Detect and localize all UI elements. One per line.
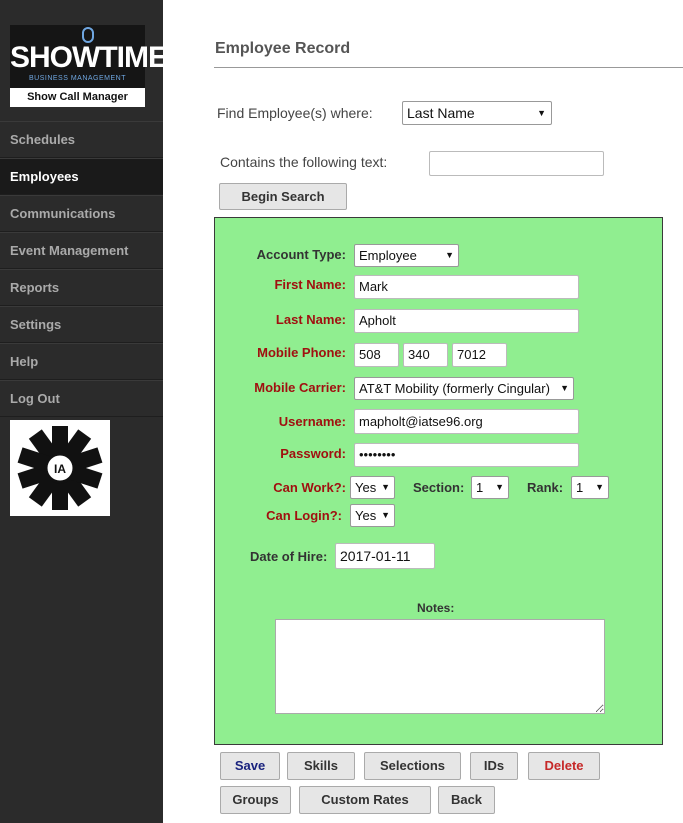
can-login-value: Yes (355, 508, 377, 523)
sidebar-item-schedules[interactable]: Schedules (0, 121, 163, 158)
save-button[interactable]: Save (220, 752, 280, 780)
find-label: Find Employee(s) where: (217, 105, 373, 121)
brand-logo: SHOWTIME BUSINESS MANAGEMENT Show Call M… (10, 25, 168, 107)
title-divider (214, 67, 683, 68)
rank-value: 1 (576, 480, 584, 495)
last-name-label: Last Name: (275, 312, 346, 327)
sidebar-item-help[interactable]: Help (0, 343, 163, 380)
mobile-carrier-value: AT&T Mobility (formerly Cingular) (359, 381, 550, 396)
chevron-down-icon: ▼ (495, 482, 504, 492)
can-login-select[interactable]: Yes ▼ (350, 504, 395, 527)
account-type-select[interactable]: Employee ▼ (354, 244, 459, 267)
mobile-phone-label: Mobile Phone: (257, 345, 346, 360)
can-work-label: Can Work?: (273, 480, 346, 495)
notes-label: Notes: (417, 601, 455, 615)
section-select[interactable]: 1 ▼ (471, 476, 509, 499)
can-work-select[interactable]: Yes ▼ (350, 476, 395, 499)
skills-button[interactable]: Skills (287, 752, 355, 780)
brand-title: SHOWTIME (10, 41, 168, 74)
delete-button[interactable]: Delete (528, 752, 600, 780)
mobile-carrier-label: Mobile Carrier: (254, 380, 346, 395)
main-content: Employee Record Find Employee(s) where: … (163, 0, 683, 823)
hire-date-label: Date of Hire: (250, 549, 328, 564)
ids-button[interactable]: IDs (470, 752, 518, 780)
chevron-down-icon: ▼ (381, 482, 390, 492)
sidebar-item-reports[interactable]: Reports (0, 269, 163, 306)
sidebar-item-log-out[interactable]: Log Out (0, 380, 163, 417)
sidebar-item-settings[interactable]: Settings (0, 306, 163, 343)
username-field[interactable]: mapholt@iatse96.org (354, 409, 579, 434)
hire-date-field[interactable]: 2017-01-11 (335, 543, 435, 569)
back-button[interactable]: Back (438, 786, 495, 814)
selections-button[interactable]: Selections (364, 752, 461, 780)
brand-subtitle: BUSINESS MANAGEMENT (28, 75, 126, 82)
chevron-down-icon: ▼ (445, 250, 454, 260)
chevron-down-icon: ▼ (537, 108, 546, 118)
sidebar-item-communications[interactable]: Communications (0, 195, 163, 232)
sidebar-item-employees[interactable]: Employees (0, 158, 163, 195)
rank-select[interactable]: 1 ▼ (571, 476, 609, 499)
sidebar-nav: Schedules Employees Communications Event… (0, 121, 163, 417)
phone-prefix-field[interactable]: 340 (403, 343, 448, 367)
rank-label: Rank: (527, 480, 564, 495)
sidebar-item-event-management[interactable]: Event Management (0, 232, 163, 269)
username-label: Username: (278, 414, 346, 429)
phone-area-field[interactable]: 508 (354, 343, 399, 367)
union-logo: IA (10, 420, 110, 516)
chevron-down-icon: ▼ (381, 510, 390, 520)
search-field-select[interactable]: Last Name ▼ (402, 101, 552, 125)
chevron-down-icon: ▼ (560, 383, 569, 393)
notes-textarea[interactable] (275, 619, 605, 714)
mobile-carrier-select[interactable]: AT&T Mobility (formerly Cingular) ▼ (354, 377, 574, 400)
brand-tagline: Show Call Manager (10, 88, 145, 107)
can-login-label: Can Login?: (266, 508, 342, 523)
can-work-value: Yes (355, 480, 377, 495)
first-name-field[interactable]: Mark (354, 275, 579, 299)
last-name-field[interactable]: Apholt (354, 309, 579, 333)
search-field-value: Last Name (407, 105, 475, 121)
section-label: Section: (413, 480, 465, 495)
begin-search-button[interactable]: Begin Search (219, 183, 347, 210)
chevron-down-icon: ▼ (595, 482, 604, 492)
contains-label: Contains the following text: (220, 154, 388, 170)
phone-line-field[interactable]: 7012 (452, 343, 507, 367)
password-field[interactable]: •••••••• (354, 443, 579, 467)
employee-form-panel: Account Type: Employee ▼ First Name: Mar… (214, 217, 663, 745)
custom-rates-button[interactable]: Custom Rates (299, 786, 431, 814)
section-value: 1 (476, 480, 484, 495)
groups-button[interactable]: Groups (220, 786, 291, 814)
password-label: Password: (280, 446, 346, 461)
sidebar: SHOWTIME BUSINESS MANAGEMENT Show Call M… (0, 0, 168, 823)
account-type-value: Employee (359, 248, 417, 263)
search-text-input[interactable] (429, 151, 604, 176)
first-name-label: First Name: (274, 277, 346, 292)
account-type-label: Account Type: (256, 247, 346, 262)
svg-text:IA: IA (54, 462, 66, 476)
page-title: Employee Record (215, 40, 351, 57)
